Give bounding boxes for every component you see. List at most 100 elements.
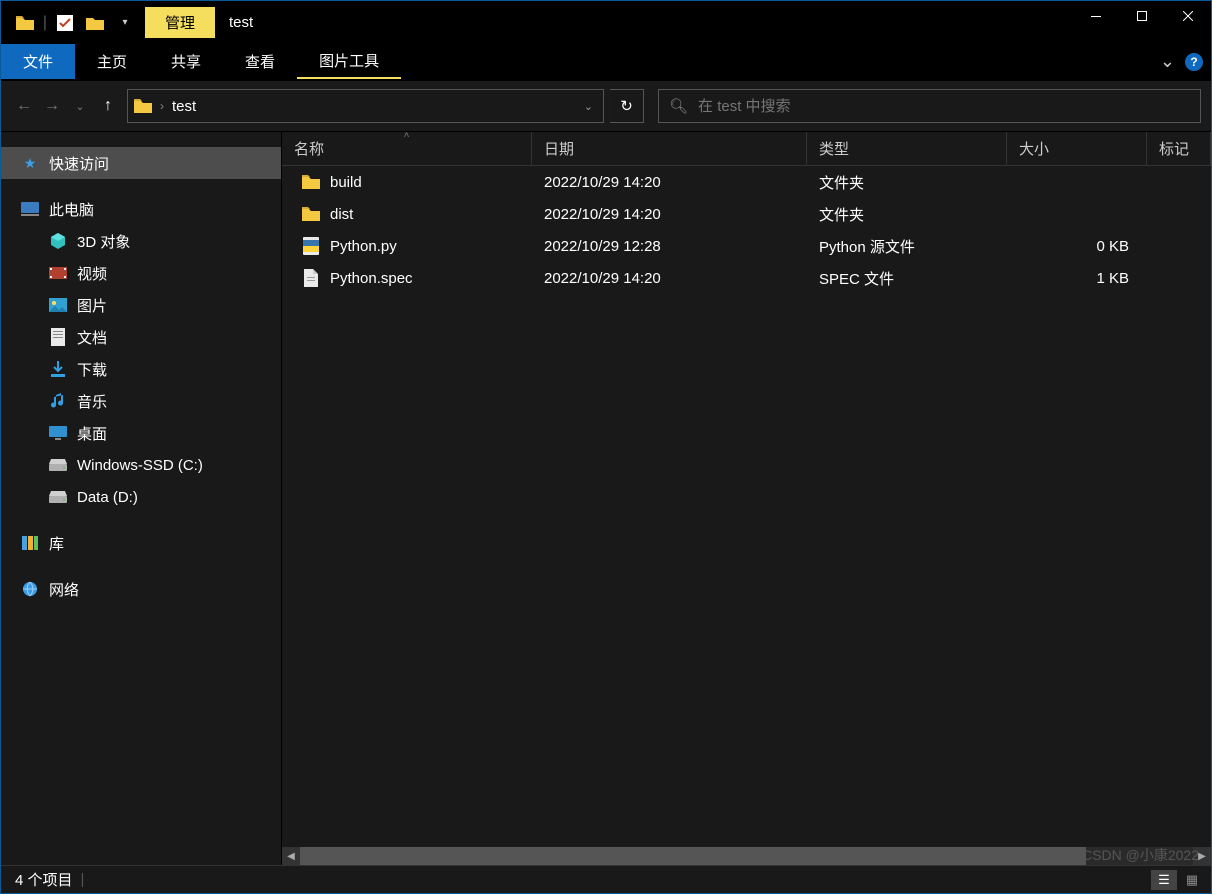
sidebar-item-drive[interactable]: Windows-SSD (C:) bbox=[1, 449, 281, 481]
body: ★ 快速访问 此电脑 3D 对象视频图片文档下载音乐桌面 Windows-SSD … bbox=[1, 132, 1211, 865]
item-count: 4 个项目 bbox=[15, 869, 73, 890]
file-name: dist bbox=[330, 206, 353, 223]
column-tag[interactable]: 标记 bbox=[1147, 132, 1211, 165]
minimize-button[interactable] bbox=[1073, 1, 1119, 31]
navigation-pane: ★ 快速访问 此电脑 3D 对象视频图片文档下载音乐桌面 Windows-SSD … bbox=[1, 132, 282, 865]
drive-icon bbox=[49, 456, 67, 474]
sidebar-item-document[interactable]: 文档 bbox=[1, 321, 281, 353]
network-icon bbox=[21, 580, 39, 598]
column-date[interactable]: 日期 bbox=[532, 132, 807, 165]
refresh-button[interactable]: ↻ bbox=[610, 89, 644, 123]
search-box[interactable]: 🔍︎ bbox=[658, 89, 1201, 123]
folder-icon bbox=[134, 99, 152, 113]
file-rows: build2022/10/29 14:20文件夹dist2022/10/29 1… bbox=[282, 166, 1211, 847]
drive-icon bbox=[49, 488, 67, 506]
sidebar-item-network[interactable]: 网络 bbox=[1, 573, 281, 605]
forward-button[interactable]: → bbox=[39, 93, 65, 119]
sidebar-item-label: 此电脑 bbox=[49, 199, 94, 220]
sidebar-item-drive[interactable]: Data (D:) bbox=[1, 481, 281, 513]
sidebar-item-picture[interactable]: 图片 bbox=[1, 289, 281, 321]
sidebar-item-video[interactable]: 视频 bbox=[1, 257, 281, 289]
sidebar-item-quick-access[interactable]: ★ 快速访问 bbox=[1, 147, 281, 179]
sidebar-item-label: 文档 bbox=[77, 327, 107, 348]
file-date: 2022/10/29 14:20 bbox=[532, 174, 807, 191]
breadcrumb-sep-icon[interactable]: › bbox=[160, 99, 164, 113]
address-dropdown-icon[interactable]: ⌄ bbox=[580, 100, 597, 113]
properties-icon[interactable] bbox=[51, 9, 79, 37]
tab-file[interactable]: 文件 bbox=[1, 44, 75, 79]
column-name[interactable]: ˄名称 bbox=[282, 132, 532, 165]
desktop-icon bbox=[49, 424, 67, 442]
breadcrumb[interactable]: test bbox=[172, 98, 196, 115]
sidebar-item-libraries[interactable]: 库 bbox=[1, 527, 281, 559]
tab-view[interactable]: 查看 bbox=[223, 44, 297, 79]
sidebar-item-label: Data (D:) bbox=[77, 489, 138, 506]
folder-icon bbox=[302, 173, 320, 191]
tab-home[interactable]: 主页 bbox=[75, 44, 149, 79]
pc-icon bbox=[21, 200, 39, 218]
file-row[interactable]: build2022/10/29 14:20文件夹 bbox=[282, 166, 1211, 198]
file-size: 0 KB bbox=[1007, 238, 1147, 255]
file-date: 2022/10/29 14:20 bbox=[532, 206, 807, 223]
scroll-left-icon[interactable]: ◀ bbox=[282, 847, 300, 865]
titlebar: | ▾ 管理 test bbox=[1, 1, 1211, 44]
file-row[interactable]: dist2022/10/29 14:20文件夹 bbox=[282, 198, 1211, 230]
sidebar-item-desktop[interactable]: 桌面 bbox=[1, 417, 281, 449]
scrollbar-track[interactable] bbox=[300, 847, 1193, 865]
details-view-button[interactable]: ☰ bbox=[1151, 870, 1177, 890]
tab-picture-tools[interactable]: 图片工具 bbox=[297, 44, 401, 79]
file-date: 2022/10/29 14:20 bbox=[532, 270, 807, 287]
horizontal-scrollbar[interactable]: ◀ ▶ bbox=[282, 847, 1211, 865]
column-type[interactable]: 类型 bbox=[807, 132, 1007, 165]
sidebar-item-label: 桌面 bbox=[77, 423, 107, 444]
file-list-pane: ˄名称 日期 类型 大小 标记 build2022/10/29 14:20文件夹… bbox=[282, 132, 1211, 865]
navigation-bar: ← → ⌄ ↑ › test ⌄ ↻ 🔍︎ bbox=[1, 80, 1211, 132]
sidebar-item-3d[interactable]: 3D 对象 bbox=[1, 225, 281, 257]
collapse-ribbon-icon[interactable]: ⌄ bbox=[1160, 51, 1175, 72]
recent-dropdown[interactable]: ⌄ bbox=[67, 93, 93, 119]
sidebar-item-label: 库 bbox=[49, 533, 64, 554]
status-bar: 4 个项目 | ☰ ▦ bbox=[1, 865, 1211, 893]
view-switcher: ☰ ▦ bbox=[1151, 870, 1205, 890]
address-bar[interactable]: › test ⌄ bbox=[127, 89, 604, 123]
file-name: build bbox=[330, 174, 362, 191]
file-row[interactable]: Python.spec2022/10/29 14:20SPEC 文件1 KB bbox=[282, 262, 1211, 294]
document-icon bbox=[49, 328, 67, 346]
new-folder-icon[interactable] bbox=[81, 9, 109, 37]
sidebar-item-music[interactable]: 音乐 bbox=[1, 385, 281, 417]
sort-asc-icon: ˄ bbox=[404, 130, 410, 141]
sidebar-item-label: Windows-SSD (C:) bbox=[77, 457, 203, 474]
file-size: 1 KB bbox=[1007, 270, 1147, 287]
qat-dropdown-icon[interactable]: ▾ bbox=[111, 9, 139, 37]
maximize-button[interactable] bbox=[1119, 1, 1165, 31]
sidebar-item-label: 网络 bbox=[49, 579, 79, 600]
column-size[interactable]: 大小 bbox=[1007, 132, 1147, 165]
help-icon[interactable]: ? bbox=[1185, 53, 1203, 71]
star-icon: ★ bbox=[21, 154, 39, 172]
separator: | bbox=[41, 9, 49, 37]
download-icon bbox=[49, 360, 67, 378]
sidebar-item-this-pc[interactable]: 此电脑 bbox=[1, 193, 281, 225]
tab-share[interactable]: 共享 bbox=[149, 44, 223, 79]
sidebar-item-label: 3D 对象 bbox=[77, 231, 130, 252]
folder-icon bbox=[302, 205, 320, 223]
file-row[interactable]: Python.py2022/10/29 12:28Python 源文件0 KB bbox=[282, 230, 1211, 262]
sidebar-item-download[interactable]: 下载 bbox=[1, 353, 281, 385]
thumbnails-view-button[interactable]: ▦ bbox=[1179, 870, 1205, 890]
up-button[interactable]: ↑ bbox=[95, 93, 121, 119]
ribbon-tabs: 文件 主页 共享 查看 图片工具 ⌄ ? bbox=[1, 44, 1211, 80]
window-controls bbox=[1073, 1, 1211, 31]
picture-icon bbox=[49, 296, 67, 314]
sidebar-item-label: 快速访问 bbox=[49, 153, 109, 174]
3d-icon bbox=[49, 232, 67, 250]
context-tab-header: 管理 bbox=[145, 7, 215, 38]
back-button[interactable]: ← bbox=[11, 93, 37, 119]
search-input[interactable] bbox=[698, 98, 1190, 115]
scroll-right-icon[interactable]: ▶ bbox=[1193, 847, 1211, 865]
quick-access-toolbar: | ▾ bbox=[1, 9, 139, 37]
close-button[interactable] bbox=[1165, 1, 1211, 31]
file-type: Python 源文件 bbox=[807, 236, 1007, 257]
scrollbar-thumb[interactable] bbox=[300, 847, 1086, 865]
file-type: SPEC 文件 bbox=[807, 268, 1007, 289]
file-date: 2022/10/29 12:28 bbox=[532, 238, 807, 255]
